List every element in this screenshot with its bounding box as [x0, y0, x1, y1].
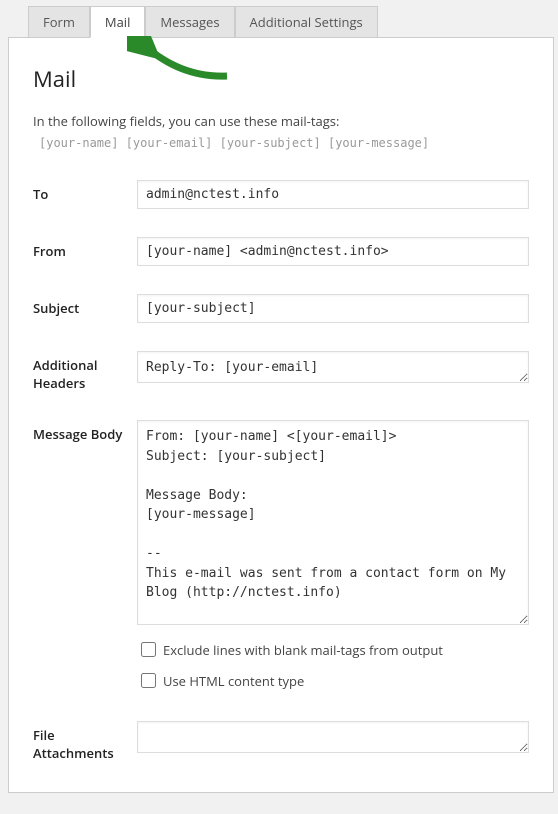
subject-label: Subject	[33, 294, 137, 317]
tab-form[interactable]: Form	[28, 6, 90, 38]
from-label: From	[33, 237, 137, 260]
tab-mail[interactable]: Mail	[90, 6, 145, 38]
mailtags-list: [your-name] [your-email] [your-subject] …	[39, 136, 529, 150]
file-attachments-input[interactable]	[137, 721, 529, 753]
panel-heading: Mail	[33, 64, 529, 94]
additional-headers-input[interactable]	[137, 351, 529, 383]
to-input[interactable]	[137, 180, 529, 209]
exclude-blank-label: Exclude lines with blank mail-tags from …	[163, 641, 443, 659]
tab-messages[interactable]: Messages	[145, 6, 234, 38]
from-input[interactable]	[137, 237, 529, 266]
use-html-label: Use HTML content type	[163, 672, 304, 690]
tab-bar: Form Mail Messages Additional Settings	[0, 0, 558, 37]
message-body-input[interactable]	[137, 420, 529, 625]
file-attachments-label: File Attachments	[33, 721, 137, 762]
intro-text: In the following fields, you can use the…	[33, 112, 529, 130]
tab-additional-settings[interactable]: Additional Settings	[235, 6, 378, 38]
use-html-checkbox[interactable]	[141, 673, 156, 688]
message-body-label: Message Body	[33, 420, 137, 443]
mail-panel: Mail In the following fields, you can us…	[8, 37, 554, 793]
exclude-blank-checkbox[interactable]	[141, 642, 156, 657]
to-label: To	[33, 180, 137, 203]
subject-input[interactable]	[137, 294, 529, 323]
additional-headers-label: Additional Headers	[33, 351, 137, 392]
